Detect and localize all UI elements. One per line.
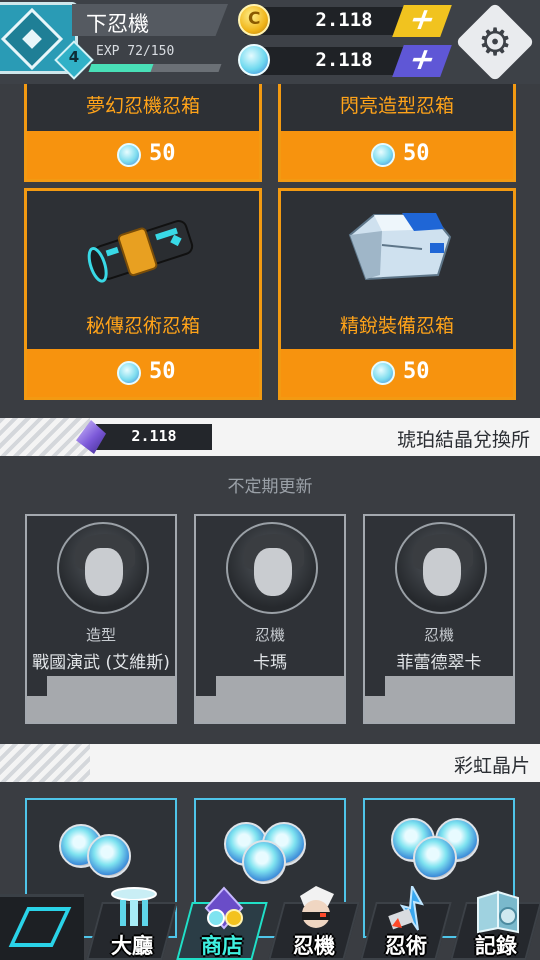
nav-record[interactable]: 記錄: [450, 886, 540, 960]
chest-title: 精銳裝備忍箱: [339, 315, 454, 337]
add-gold-button[interactable]: +: [392, 2, 452, 37]
exchange-card-skin[interactable]: 造型 戰國演武 (艾維斯): [25, 514, 177, 724]
gold-coin-icon: [238, 4, 270, 36]
exchange-price-slot[interactable]: [27, 676, 175, 722]
lobby-icon: [111, 887, 157, 926]
add-crystal-button[interactable]: +: [392, 42, 452, 77]
exchange-price-slot[interactable]: [365, 676, 513, 722]
exchange-card-frederica[interactable]: 忍機 菲蕾德翠卡: [363, 514, 515, 724]
exchange-price-slot[interactable]: [196, 676, 344, 722]
crystal-icon: [371, 361, 395, 385]
chest-price: 50: [149, 141, 176, 166]
chest-price-button[interactable]: 50: [27, 131, 259, 179]
item-type: 忍機: [254, 626, 285, 644]
shuriken-emblem-icon: [0, 7, 64, 71]
nav-ninja[interactable]: 忍機: [268, 886, 360, 960]
amber-exchange-title: 琥珀結晶兌換所: [396, 429, 530, 451]
crystal-icon: [117, 361, 141, 385]
nav-lobby[interactable]: 大廳: [86, 886, 178, 960]
gold-currency: 2.118 +: [238, 2, 452, 37]
chest-card-fantasy-ninja[interactable]: 夢幻忍機忍箱 50: [24, 68, 262, 182]
exchange-card-kama[interactable]: 忍機 卡瑪: [194, 514, 346, 724]
character-portrait: [57, 522, 149, 614]
rainbow-shard-banner: 彩虹晶片: [0, 744, 540, 782]
crystal-icon: [371, 143, 395, 167]
character-portrait: [395, 522, 487, 614]
chest-price-button[interactable]: 50: [281, 131, 513, 179]
chest-price: 50: [403, 141, 430, 166]
exp-text: EXP 72/150: [96, 44, 175, 59]
game-logo-icon: [8, 907, 72, 947]
exp-progress-bar: [88, 64, 222, 72]
chest-title: 夢幻忍機忍箱: [85, 95, 200, 117]
chest-card-shiny-skin[interactable]: 閃亮造型忍箱 50: [278, 68, 516, 182]
chest-price: 50: [403, 359, 430, 384]
bottom-navigation: 大廳 商店 忍機 忍術 記錄: [0, 886, 540, 960]
nav-shop[interactable]: 商店: [176, 886, 268, 960]
player-name: 下忍機: [86, 12, 149, 36]
top-status-bar: 下忍機 4 EXP 72/150 2.118 + 2.118 + ⚙: [0, 0, 540, 84]
scroll-chest-icon: [87, 220, 194, 283]
rainbow-shard-title: 彩虹晶片: [453, 755, 530, 777]
chest-title: 閃亮造型忍箱: [339, 95, 454, 117]
home-logo-button[interactable]: [0, 894, 84, 960]
gear-icon: ⚙: [477, 20, 513, 64]
amber-exchange-banner: 2.118 琥珀結晶兌換所: [0, 418, 540, 456]
shop-icon: [204, 886, 244, 930]
skill-icon: [388, 886, 424, 931]
nav-label: 大廳: [111, 934, 153, 958]
crystal-icon: [117, 143, 141, 167]
record-book-icon: [477, 890, 519, 934]
ninja-icon: [300, 886, 334, 928]
crystal-icon: [238, 44, 270, 76]
item-type: 造型: [85, 626, 116, 644]
rainbow-shard-icon: [242, 840, 286, 884]
settings-button[interactable]: ⚙: [455, 2, 535, 82]
item-name: 戰國演武 (艾維斯): [32, 653, 170, 673]
gold-amount: 2.118: [315, 9, 373, 31]
chest-card-secret-skill[interactable]: 秘傳忍術忍箱 50: [24, 188, 262, 400]
refresh-note: 不定期更新: [227, 477, 313, 497]
player-level: 4: [68, 48, 80, 66]
item-type: 忍機: [423, 626, 454, 644]
crystal-currency: 2.118 +: [238, 42, 452, 77]
crystal-amount: 2.118: [315, 49, 373, 71]
amber-count-box: 2.118: [96, 424, 212, 450]
nav-label: 商店: [201, 934, 243, 958]
nav-label: 忍術: [385, 934, 427, 958]
nav-label: 忍機: [293, 934, 335, 958]
nav-label: 記錄: [475, 934, 517, 958]
gear-chest-icon: [348, 213, 452, 281]
character-portrait: [226, 522, 318, 614]
amber-count: 2.118: [131, 427, 177, 445]
item-name: 菲蕾德翠卡: [396, 653, 482, 673]
rainbow-shard-icon: [87, 834, 131, 878]
player-name-plate: 下忍機: [72, 4, 228, 36]
chest-title: 秘傳忍術忍箱: [85, 315, 200, 337]
exp-progress-fill: [88, 64, 154, 72]
chest-price: 50: [149, 359, 176, 384]
item-name: 卡瑪: [253, 653, 287, 673]
rainbow-shard-icon: [413, 836, 457, 880]
chest-price-button[interactable]: 50: [281, 349, 513, 397]
nav-skill[interactable]: 忍術: [360, 886, 452, 960]
chest-price-button[interactable]: 50: [27, 349, 259, 397]
chest-card-elite-gear[interactable]: 精銳裝備忍箱 50: [278, 188, 516, 400]
